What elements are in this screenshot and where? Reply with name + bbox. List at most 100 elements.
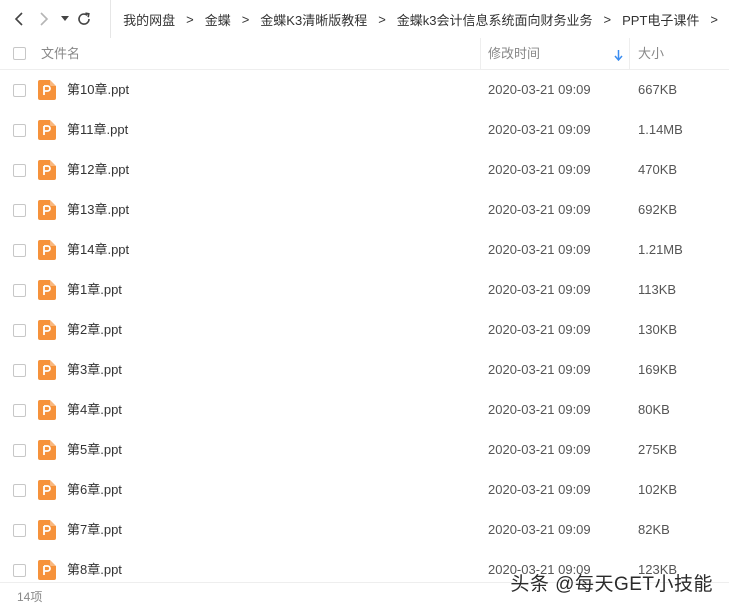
file-size: 470KB (638, 162, 678, 177)
breadcrumb-separator: > (710, 11, 719, 27)
file-name[interactable]: 第6章.ppt (67, 470, 122, 510)
ppt-file-icon (38, 240, 56, 260)
column-divider[interactable] (629, 38, 630, 70)
row-checkbox[interactable] (13, 244, 26, 257)
file-modified-date: 2020-03-21 09:09 (488, 522, 591, 537)
sort-down-arrow-icon (614, 49, 623, 64)
file-size: 80KB (638, 402, 670, 417)
file-size: 113KB (638, 282, 677, 297)
column-header-modified[interactable]: 修改时间 (488, 38, 540, 70)
column-header-size[interactable]: 大小 (638, 38, 664, 70)
watermark: 头条 @每天GET小技能 (510, 574, 713, 595)
ppt-file-icon (38, 160, 56, 180)
ppt-file-icon (38, 480, 56, 500)
file-size: 82KB (638, 522, 670, 537)
file-modified-date: 2020-03-21 09:09 (488, 322, 591, 337)
file-size: 667KB (638, 82, 678, 97)
file-name[interactable]: 第7章.ppt (67, 510, 122, 550)
status-bar: 14项 头条 @每天GET小技能 (0, 574, 729, 610)
ppt-file-icon (38, 400, 56, 420)
file-row[interactable]: 第2章.ppt 2020-03-21 09:09 130KB (0, 310, 729, 350)
row-checkbox[interactable] (13, 284, 26, 297)
file-name[interactable]: 第1章.ppt (67, 270, 122, 310)
file-row[interactable]: 第1章.ppt 2020-03-21 09:09 113KB (0, 270, 729, 310)
row-checkbox[interactable] (13, 524, 26, 537)
file-list: 第10章.ppt 2020-03-21 09:09 667KB 第11章.ppt 202… (0, 70, 729, 582)
select-all-checkbox[interactable] (13, 47, 26, 60)
row-checkbox[interactable] (13, 404, 26, 417)
file-modified-date: 2020-03-21 09:09 (488, 162, 591, 177)
refresh-button[interactable] (73, 0, 96, 38)
file-name[interactable]: 第14章.ppt (67, 230, 129, 270)
caret-down-icon (60, 16, 69, 22)
breadcrumb-item[interactable]: 我的网盘 (123, 10, 175, 29)
chevron-right-icon (39, 12, 49, 26)
ppt-file-icon (38, 320, 56, 340)
file-modified-date: 2020-03-21 09:09 (488, 362, 591, 377)
row-checkbox[interactable] (13, 204, 26, 217)
breadcrumb-separator: > (603, 11, 612, 27)
file-name[interactable]: 第2章.ppt (67, 310, 122, 350)
row-checkbox[interactable] (13, 564, 26, 577)
ppt-file-icon (38, 520, 56, 540)
file-row[interactable]: 第7章.ppt 2020-03-21 09:09 82KB (0, 510, 729, 550)
file-size: 1.14MB (638, 122, 683, 137)
ppt-file-icon (38, 200, 56, 220)
file-row[interactable]: 第4章.ppt 2020-03-21 09:09 80KB (0, 390, 729, 430)
file-row[interactable]: 第13章.ppt 2020-03-21 09:09 692KB (0, 190, 729, 230)
row-checkbox[interactable] (13, 364, 26, 377)
file-name[interactable]: 第13章.ppt (67, 190, 129, 230)
file-name[interactable]: 第4章.ppt (67, 390, 122, 430)
row-checkbox[interactable] (13, 444, 26, 457)
refresh-icon (77, 12, 91, 26)
row-checkbox[interactable] (13, 84, 26, 97)
breadcrumb-separator: > (378, 11, 386, 27)
file-row[interactable]: 第3章.ppt 2020-03-21 09:09 169KB (0, 350, 729, 390)
file-size: 102KB (638, 482, 678, 497)
breadcrumb-item[interactable]: 金蝶K3清晰版教程 (260, 10, 367, 29)
forward-button[interactable] (31, 0, 56, 38)
row-checkbox[interactable] (13, 324, 26, 337)
row-checkbox[interactable] (13, 164, 26, 177)
file-name[interactable]: 第8章.ppt (67, 550, 122, 582)
row-checkbox[interactable] (13, 124, 26, 137)
breadcrumb-separator: > (186, 11, 194, 27)
breadcrumb-item[interactable]: 金蝶 (205, 10, 231, 29)
file-modified-date: 2020-03-21 09:09 (488, 82, 591, 97)
file-row[interactable]: 第14章.ppt 2020-03-21 09:09 1.21MB (0, 230, 729, 270)
row-checkbox[interactable] (13, 484, 26, 497)
file-name[interactable]: 第11章.ppt (67, 110, 128, 150)
ppt-file-icon (38, 120, 56, 140)
file-row[interactable]: 第5章.ppt 2020-03-21 09:09 275KB (0, 430, 729, 470)
breadcrumb-item[interactable]: 金蝶k3会计信息系统面向财务业务 (397, 10, 593, 29)
file-row[interactable]: 第11章.ppt 2020-03-21 09:09 1.14MB (0, 110, 729, 150)
file-name[interactable]: 第12章.ppt (67, 150, 129, 190)
file-size: 130KB (638, 322, 678, 337)
ppt-file-icon (38, 440, 56, 460)
file-row[interactable]: 第6章.ppt 2020-03-21 09:09 102KB (0, 470, 729, 510)
file-name[interactable]: 第5章.ppt (67, 430, 122, 470)
table-header: 文件名 修改时间 大小 (0, 38, 729, 70)
file-modified-date: 2020-03-21 09:09 (488, 282, 591, 297)
breadcrumb-item[interactable]: PPT电子课件 (622, 10, 699, 29)
ppt-file-icon (38, 280, 56, 300)
ppt-file-icon (38, 560, 56, 580)
file-modified-date: 2020-03-21 09:09 (488, 202, 591, 217)
column-divider[interactable] (480, 38, 481, 70)
chevron-left-icon (14, 12, 24, 26)
file-size: 275KB (638, 442, 678, 457)
ppt-file-icon (38, 80, 56, 100)
file-row[interactable]: 第10章.ppt 2020-03-21 09:09 667KB (0, 70, 729, 110)
item-count: 14项 (17, 590, 43, 604)
file-modified-date: 2020-03-21 09:09 (488, 242, 591, 257)
file-name[interactable]: 第10章.ppt (67, 70, 129, 110)
file-size: 169KB (638, 362, 678, 377)
toolbar: 我的网盘 > 金蝶 > 金蝶K3清晰版教程 > 金蝶k3会计信息系统面向财务业务 > PPT电子… (0, 0, 729, 38)
ppt-file-icon (38, 360, 56, 380)
history-dropdown-button[interactable] (56, 0, 72, 38)
file-row[interactable]: 第12章.ppt 2020-03-21 09:09 470KB (0, 150, 729, 190)
file-name[interactable]: 第3章.ppt (67, 350, 122, 390)
column-header-name[interactable]: 文件名 (41, 38, 80, 70)
back-button[interactable] (6, 0, 31, 38)
breadcrumb-separator: > (241, 11, 250, 27)
